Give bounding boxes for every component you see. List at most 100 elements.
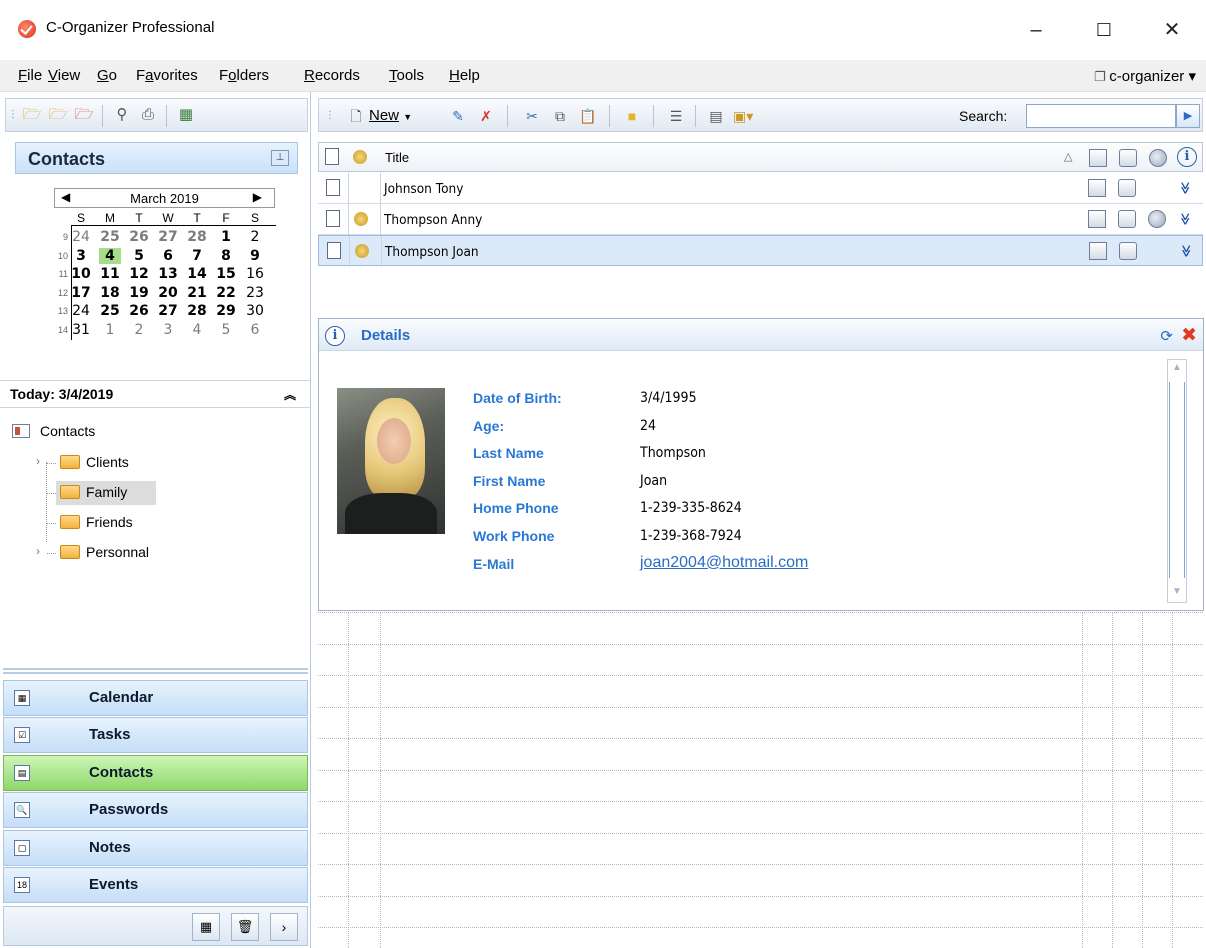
details-scrollbar[interactable]: ▲ ▼ (1167, 359, 1187, 603)
speaker-icon[interactable] (355, 244, 369, 258)
calendar-day[interactable]: 1 (99, 322, 121, 338)
phone-icon[interactable] (1088, 210, 1106, 228)
sticky-note-icon[interactable]: ■ (623, 107, 641, 125)
nav-button-notes[interactable]: ▢ Notes (3, 829, 308, 866)
web-column-icon[interactable] (1149, 149, 1167, 167)
calendar-day[interactable]: 27 (157, 229, 179, 245)
paste-icon[interactable]: 📋 (579, 107, 597, 125)
search-go-icon[interactable]: ▶ (1176, 104, 1200, 128)
calendar-day[interactable]: 31 (70, 322, 92, 338)
today-bar[interactable]: Today: 3/4/2019 ︽ (0, 380, 310, 408)
minimize-button[interactable]: – (1016, 14, 1056, 46)
email-link[interactable]: joan2004@hotmail.com (640, 554, 808, 572)
menu-item-favorites[interactable]: Favorites (136, 67, 198, 84)
menu-item-records[interactable]: Records (304, 67, 360, 84)
expand-chevron-icon[interactable]: › (36, 544, 40, 558)
new-button[interactable]: New ▼ (369, 107, 412, 124)
phone-icon[interactable] (1088, 179, 1106, 197)
refresh-icon[interactable]: ⟳ (1160, 327, 1173, 345)
calendar-day[interactable]: 27 (157, 303, 179, 319)
menu-item-view[interactable]: View (48, 67, 80, 84)
calendar-day[interactable]: 18 (99, 285, 121, 301)
tree-item-clients[interactable]: › Clients (30, 451, 230, 475)
calendar-day[interactable]: 2 (128, 322, 150, 338)
view-mode-icon[interactable]: ▤ (707, 107, 725, 125)
expand-row-icon[interactable]: ≫ (1179, 245, 1193, 258)
maximize-button[interactable]: ☐ (1084, 14, 1124, 46)
organizer-switch[interactable]: ❐ c-organizer ▾ (1094, 67, 1196, 85)
calendar-day[interactable]: 25 (99, 229, 121, 245)
scroll-up-icon[interactable]: ▲ (1171, 362, 1183, 376)
calendar-day[interactable]: 1 (215, 229, 237, 245)
expand-row-icon[interactable]: ≫ (1178, 182, 1192, 195)
calendar-day[interactable]: 30 (244, 303, 266, 319)
nav-button-tasks[interactable]: ☑ Tasks (3, 717, 308, 754)
table-row[interactable]: Thompson Anny ≫ (318, 204, 1203, 235)
find-icon[interactable]: ⚲ (112, 106, 132, 124)
phone-column-icon[interactable] (1089, 149, 1107, 167)
calendar-day[interactable]: 4 (186, 322, 208, 338)
menu-item-tools[interactable]: Tools (389, 67, 424, 84)
calendar-day[interactable]: 21 (186, 285, 208, 301)
calendar-day[interactable]: 7 (186, 248, 208, 264)
scroll-thumb[interactable] (1169, 382, 1185, 578)
tree-item-family[interactable]: Family (30, 481, 230, 505)
calendar-day[interactable]: 25 (99, 303, 121, 319)
edit-folder-icon[interactable]: 🗁 (48, 106, 68, 124)
calendar-day[interactable]: 5 (215, 322, 237, 338)
calendar-day[interactable]: 28 (186, 229, 208, 245)
nav-button-contacts[interactable]: ▤ Contacts (3, 754, 308, 791)
pin-icon[interactable]: ⊥ (271, 150, 289, 166)
edit-record-icon[interactable]: ✎ (449, 107, 467, 125)
calendar-day[interactable]: 6 (244, 322, 266, 338)
calendar-day[interactable]: 3 (70, 248, 92, 264)
folder-properties-icon[interactable]: ▦ (176, 106, 196, 124)
calendar-month-label[interactable]: March 2019 (55, 191, 274, 206)
nav-button-passwords[interactable]: 🔍 Passwords (3, 792, 308, 829)
expand-row-icon[interactable]: ≫ (1178, 213, 1192, 226)
chevron-right-icon[interactable]: › (270, 913, 298, 941)
calendar-day[interactable]: 24 (70, 229, 92, 245)
new-record-icon[interactable]: 🗋 (347, 107, 365, 125)
calendar-day[interactable]: 3 (157, 322, 179, 338)
table-row[interactable]: Thompson Joan ≫ (318, 235, 1203, 267)
calendar-day[interactable]: 5 (128, 248, 150, 264)
calendar-day[interactable]: 23 (244, 285, 266, 301)
calendar-next-month-icon[interactable]: ▶ (253, 190, 262, 204)
calendar-day[interactable]: 26 (128, 229, 150, 245)
calendar-day[interactable]: 6 (157, 248, 179, 264)
tree-item-contacts[interactable]: Contacts (12, 420, 212, 444)
email-icon[interactable] (1119, 242, 1137, 260)
calendar-day[interactable]: 4 (99, 247, 121, 264)
menu-item-folders[interactable]: Folders (219, 67, 269, 84)
nav-button-events[interactable]: 18 Events (3, 867, 308, 903)
table-row[interactable]: Johnson Tony ≫ (318, 173, 1203, 204)
email-icon[interactable] (1118, 179, 1136, 197)
search-input[interactable] (1026, 104, 1176, 128)
email-column-icon[interactable] (1119, 149, 1137, 167)
menu-item-file[interactable]: File (18, 67, 42, 84)
delete-folder-icon[interactable]: 🗁 (74, 106, 94, 124)
tree-item-friends[interactable]: Friends (30, 511, 230, 535)
calendar-day[interactable]: 12 (128, 266, 150, 282)
calendar-day[interactable]: 14 (186, 266, 208, 282)
phone-icon[interactable] (1089, 242, 1107, 260)
nav-button-calendar[interactable]: ▦ Calendar (3, 680, 308, 716)
calendar-day[interactable]: 11 (99, 266, 121, 282)
collapse-icon[interactable]: ︽ (284, 386, 296, 403)
tree-item-personnal[interactable]: › Personnal (30, 541, 230, 565)
calendar-shortcut-icon[interactable]: ▦ (192, 913, 220, 941)
calendar-day[interactable]: 19 (128, 285, 150, 301)
calendar-day[interactable]: 9 (244, 248, 266, 264)
new-folder-icon[interactable]: 🗁 (22, 106, 42, 124)
calendar-day[interactable]: 17 (70, 285, 92, 301)
calendar-day[interactable]: 8 (215, 248, 237, 264)
scroll-down-icon[interactable]: ▼ (1171, 586, 1183, 600)
layout-dropdown-icon[interactable]: ▣▾ (733, 107, 753, 125)
calendar-day[interactable]: 22 (215, 285, 237, 301)
calendar-day[interactable]: 29 (215, 303, 237, 319)
calendar-day[interactable]: 2 (244, 229, 266, 245)
email-icon[interactable] (1118, 210, 1136, 228)
calendar-day[interactable]: 28 (186, 303, 208, 319)
close-button[interactable]: ✕ (1152, 14, 1192, 46)
